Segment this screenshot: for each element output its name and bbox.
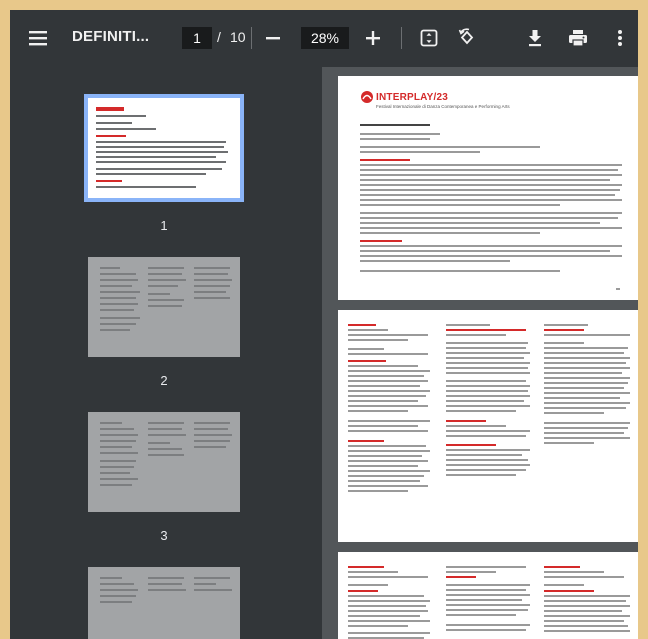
print-icon[interactable] (566, 26, 590, 50)
toolbar: DEFINITI... 1 / 10 28% (10, 10, 638, 67)
page-number-input[interactable]: 1 (182, 27, 212, 49)
toolbar-divider (401, 27, 402, 49)
download-icon[interactable] (523, 26, 547, 50)
minus-icon[interactable] (260, 26, 286, 50)
page-thumbnail-1[interactable] (84, 94, 244, 202)
page-brand-title: INTERPLAY/23 (376, 92, 449, 103)
toolbar-divider (251, 27, 252, 49)
page-brand-subtitle: Festival Internazionale di Danza Contemp… (376, 104, 510, 109)
thumbnail-label-1: 1 (160, 218, 168, 233)
hamburger-menu-icon[interactable] (26, 26, 50, 50)
document-title: DEFINITI... (72, 28, 150, 45)
page-thumbnail-4[interactable] (88, 567, 240, 639)
thumbnail-label-3: 3 (160, 528, 168, 543)
plus-icon[interactable] (360, 26, 386, 50)
fit-to-page-icon[interactable] (417, 26, 441, 50)
thumbnail-label-2: 2 (160, 373, 168, 388)
zoom-level-input[interactable]: 28% (301, 27, 349, 49)
rotate-icon[interactable] (455, 26, 479, 50)
pdf-viewer-window: DEFINITI... 1 / 10 28% 1 2 3 INTERPLAY/2… (10, 10, 638, 639)
page-separator: / (217, 29, 221, 45)
thumbnail-sidebar: 1 2 3 (10, 67, 322, 639)
page-thumbnail-3[interactable] (88, 412, 240, 512)
page-thumbnail-2[interactable] (88, 257, 240, 357)
document-page-3 (338, 552, 638, 639)
document-page-2 (338, 310, 638, 542)
document-page-1: INTERPLAY/23 Festival Internazionale di … (338, 76, 638, 300)
total-pages: 10 (230, 29, 246, 45)
more-vert-icon[interactable] (610, 26, 630, 50)
document-viewer[interactable]: INTERPLAY/23 Festival Internazionale di … (322, 67, 638, 639)
festival-logo (360, 90, 374, 104)
